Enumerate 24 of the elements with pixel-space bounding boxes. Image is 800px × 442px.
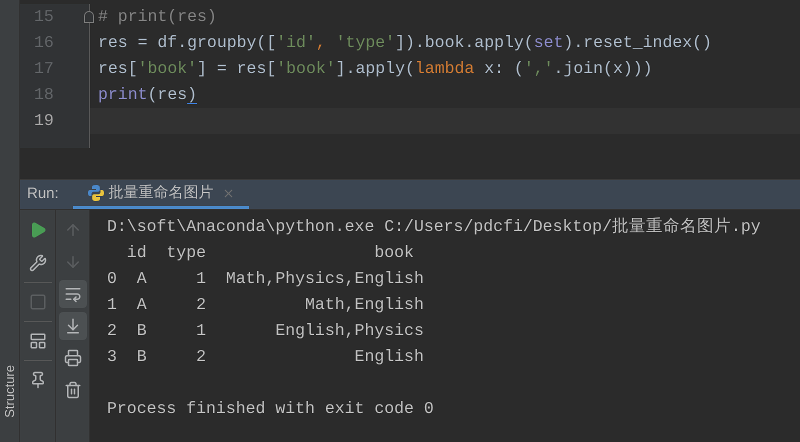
wrap-icon: [64, 285, 82, 303]
layout-icon: [28, 332, 46, 350]
line-number: 19: [34, 110, 54, 132]
console-line: id type book: [126, 242, 415, 264]
python-logo-icon: [86, 184, 105, 202]
console-line: 0 A 1 Math,Physics,English: [107, 268, 425, 290]
trash-icon: [64, 381, 82, 399]
console-line: 3 B 2 English: [107, 346, 425, 368]
structure-tab[interactable]: Structure: [0, 365, 20, 418]
code-line: res = df.groupby(['id', 'type']).book.apply(set).reset_index(): [97, 32, 712, 54]
wrench-icon: [28, 254, 46, 272]
console-line: Process finished with exit code 0: [107, 398, 435, 420]
printer-icon: [64, 349, 82, 367]
console-line: 1 A 2 Math,English: [107, 294, 425, 316]
console-line: 2 B 1 English,Physics: [107, 320, 425, 342]
scroll-to-end-button[interactable]: [58, 312, 86, 340]
fold-icon[interactable]: [84, 11, 94, 23]
run-label: Run:: [26, 184, 60, 204]
code-line: print(res): [97, 84, 198, 106]
console-line: D:\soft\Anaconda\python.exe C:/Users/pdcfi/Desktop/批量重命名图片.py: [107, 216, 762, 238]
code-line: # print(res): [97, 6, 217, 28]
soft-wrap-button[interactable]: [58, 280, 86, 308]
code-line: res['book'] = res['book'].apply(lambda x: (','.join(x))): [97, 58, 653, 80]
stop-icon: [28, 293, 46, 311]
